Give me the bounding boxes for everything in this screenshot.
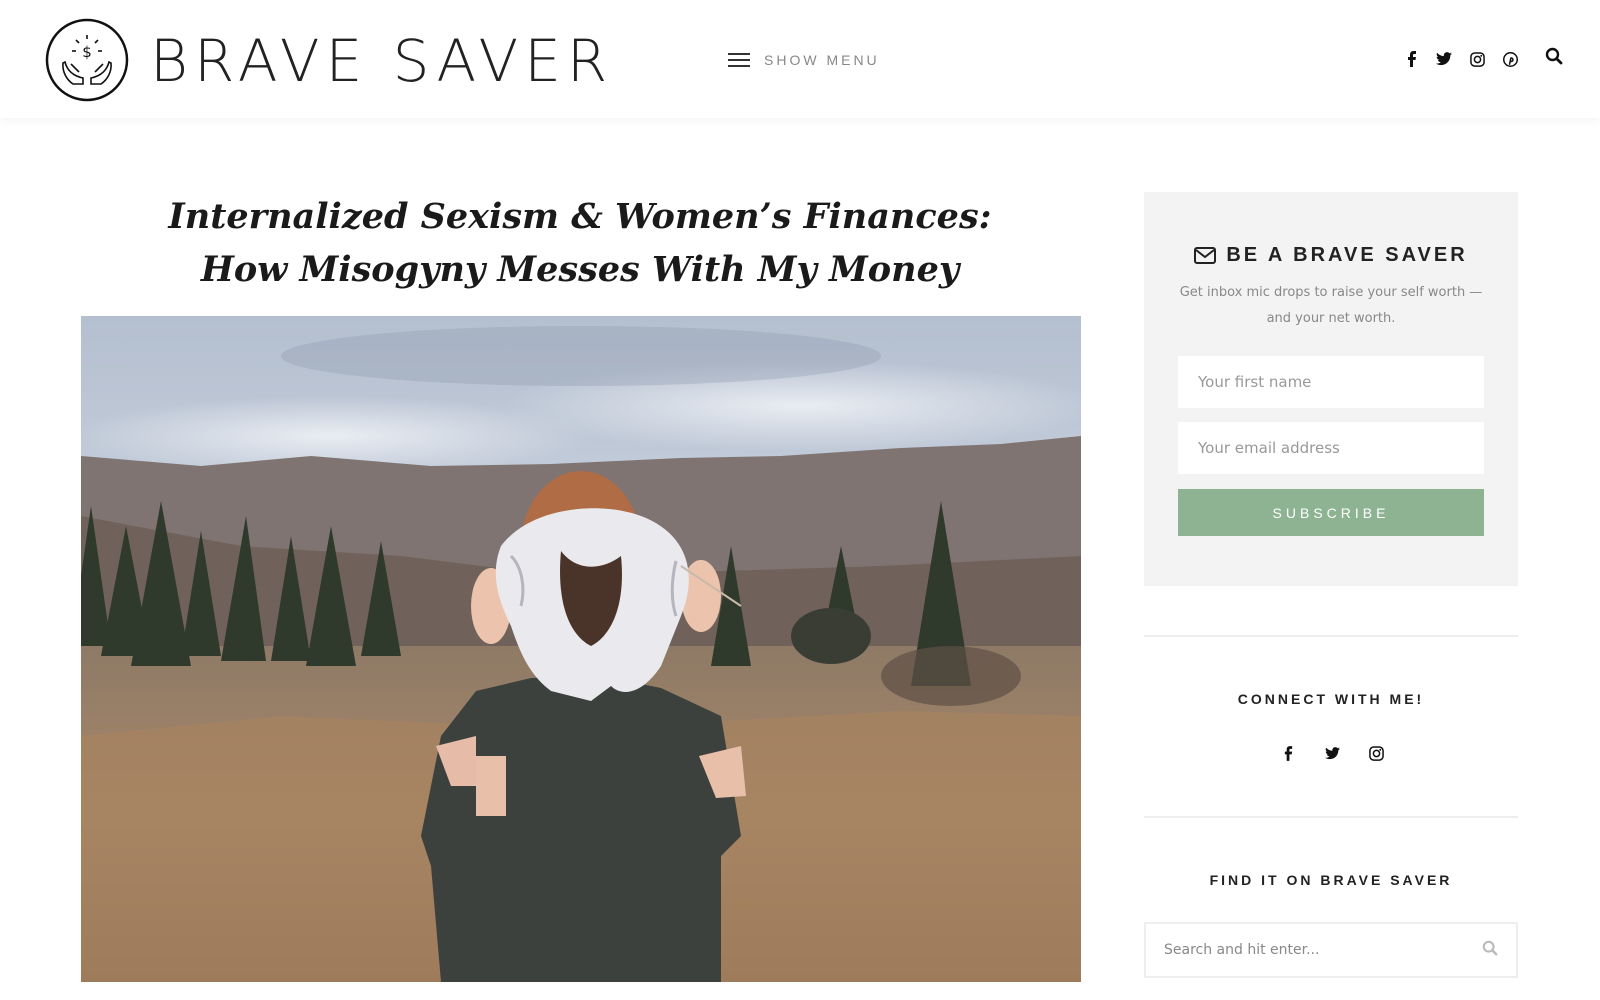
instagram-icon[interactable] bbox=[1466, 48, 1488, 70]
subscribe-button[interactable]: SUBSCRIBE bbox=[1178, 489, 1484, 536]
find-widget-title: FIND IT ON BRAVE SAVER bbox=[1209, 872, 1453, 888]
header-social-links bbox=[1401, 48, 1521, 70]
sidebar-search-input[interactable] bbox=[1146, 924, 1466, 976]
site-logo-text[interactable]: BRAVE SAVER bbox=[150, 28, 613, 94]
sidebar-divider bbox=[1144, 816, 1518, 818]
search-icon[interactable] bbox=[1545, 47, 1567, 69]
pinterest-icon[interactable] bbox=[1499, 48, 1521, 70]
envelope-icon bbox=[1194, 247, 1217, 264]
newsletter-signup-widget: BE A BRAVE SAVER Get inbox mic drops to … bbox=[1144, 192, 1518, 586]
twitter-icon[interactable] bbox=[1321, 742, 1343, 764]
sidebar-search-form bbox=[1144, 922, 1518, 978]
email-field[interactable] bbox=[1178, 422, 1484, 474]
site-header: $ BRAVE SAVER SHOW MENU bbox=[0, 0, 1600, 118]
facebook-icon[interactable] bbox=[1401, 48, 1423, 70]
twitter-icon[interactable] bbox=[1433, 48, 1455, 70]
show-menu-label: SHOW MENU bbox=[764, 52, 880, 68]
connect-widget-title: CONNECT WITH ME! bbox=[1237, 691, 1425, 707]
first-name-field[interactable] bbox=[1178, 356, 1484, 408]
svg-text:$: $ bbox=[82, 43, 92, 61]
signup-heading: BE A BRAVE SAVER bbox=[1144, 244, 1518, 267]
search-icon[interactable] bbox=[1482, 940, 1502, 960]
facebook-icon[interactable] bbox=[1277, 742, 1299, 764]
hamburger-icon bbox=[728, 52, 750, 68]
hands-dollar-icon[interactable]: $ bbox=[45, 18, 129, 102]
post-title[interactable]: Internalized Sexism & Women’s Finances: … bbox=[120, 190, 1040, 296]
signup-title: BE A BRAVE SAVER bbox=[1226, 244, 1468, 266]
sidebar-social-links bbox=[1277, 742, 1387, 764]
show-menu-button[interactable]: SHOW MENU bbox=[728, 48, 880, 72]
signup-description: Get inbox mic drops to raise your self w… bbox=[1179, 285, 1483, 326]
featured-image bbox=[81, 316, 1081, 982]
sidebar-divider bbox=[1144, 635, 1518, 637]
instagram-icon[interactable] bbox=[1365, 742, 1387, 764]
